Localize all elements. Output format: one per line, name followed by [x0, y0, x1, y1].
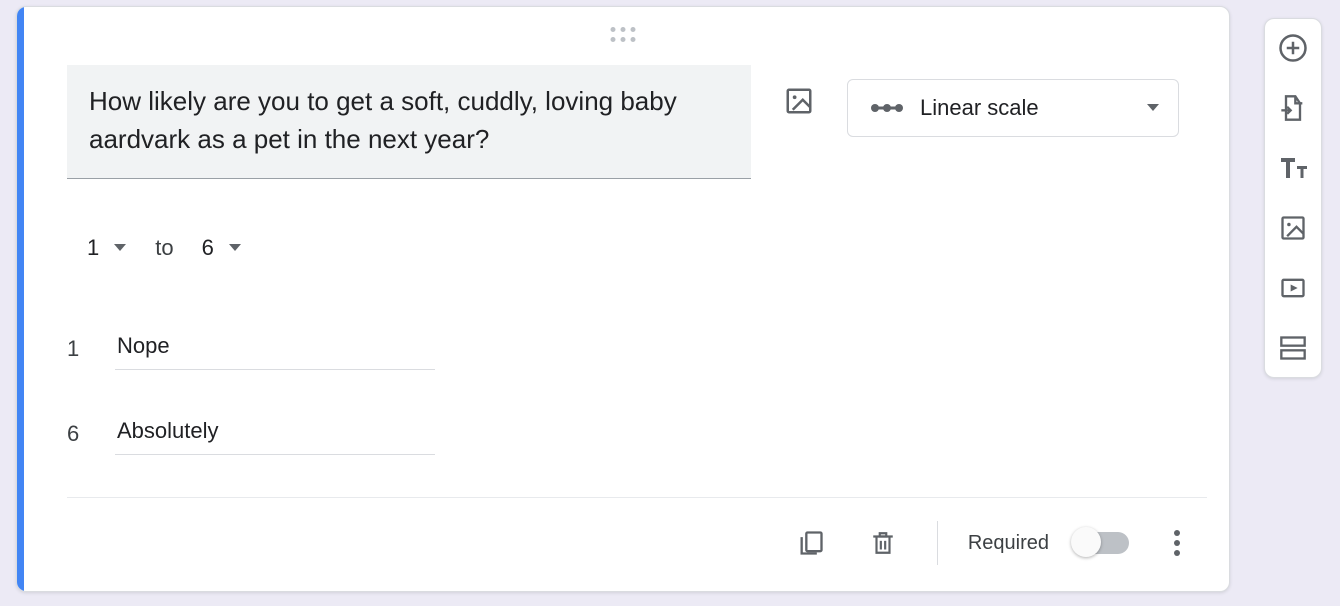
- scale-range: 1 to 6: [87, 235, 242, 261]
- section-icon: [1279, 335, 1307, 361]
- scale-high-label-input[interactable]: [115, 412, 435, 455]
- scale-to-select[interactable]: 6: [202, 235, 242, 261]
- required-toggle[interactable]: [1073, 532, 1129, 554]
- scale-to-word: to: [155, 235, 173, 261]
- required-label: Required: [968, 532, 1049, 555]
- scale-from-value: 1: [87, 235, 99, 261]
- text-icon: [1279, 156, 1307, 180]
- add-question-button[interactable]: [1276, 31, 1310, 65]
- question-card: Linear scale 1 to 6 1 6: [16, 6, 1230, 592]
- scale-low-number: 1: [67, 336, 83, 362]
- delete-button[interactable]: [859, 519, 907, 567]
- trash-icon: [870, 529, 896, 557]
- add-section-button[interactable]: [1276, 331, 1310, 365]
- add-title-button[interactable]: [1276, 151, 1310, 185]
- add-image-button[interactable]: [775, 77, 823, 125]
- question-type-label: Linear scale: [920, 95, 1130, 121]
- side-toolbar: [1264, 18, 1322, 378]
- question-text-input[interactable]: [67, 65, 751, 179]
- video-icon: [1279, 274, 1307, 302]
- toggle-knob: [1071, 527, 1101, 557]
- card-footer: Required: [67, 519, 1201, 567]
- chevron-down-icon: [113, 243, 127, 253]
- scale-label-row-low: 1: [67, 327, 435, 370]
- scale-to-value: 6: [202, 235, 214, 261]
- card-accent: [17, 7, 24, 591]
- image-icon: [1279, 214, 1307, 242]
- add-image-button-toolbar[interactable]: [1276, 211, 1310, 245]
- question-type-select[interactable]: Linear scale: [847, 79, 1179, 137]
- footer-divider: [67, 497, 1207, 498]
- question-row: Linear scale: [67, 65, 1179, 179]
- scale-label-row-high: 6: [67, 412, 435, 455]
- more-vertical-icon: [1173, 529, 1181, 557]
- add-video-button[interactable]: [1276, 271, 1310, 305]
- chevron-down-icon: [228, 243, 242, 253]
- image-icon: [784, 86, 814, 116]
- import-questions-button[interactable]: [1276, 91, 1310, 125]
- footer-divider-vertical: [937, 521, 938, 565]
- chevron-down-icon: [1146, 103, 1160, 113]
- drag-handle-icon[interactable]: [611, 27, 636, 42]
- scale-high-number: 6: [67, 421, 83, 447]
- more-options-button[interactable]: [1153, 519, 1201, 567]
- scale-low-label-input[interactable]: [115, 327, 435, 370]
- scale-labels: 1 6: [67, 327, 435, 497]
- scale-from-select[interactable]: 1: [87, 235, 127, 261]
- copy-icon: [797, 529, 825, 557]
- linear-scale-icon: [870, 102, 904, 114]
- duplicate-button[interactable]: [787, 519, 835, 567]
- import-icon: [1279, 94, 1307, 122]
- plus-circle-icon: [1278, 33, 1308, 63]
